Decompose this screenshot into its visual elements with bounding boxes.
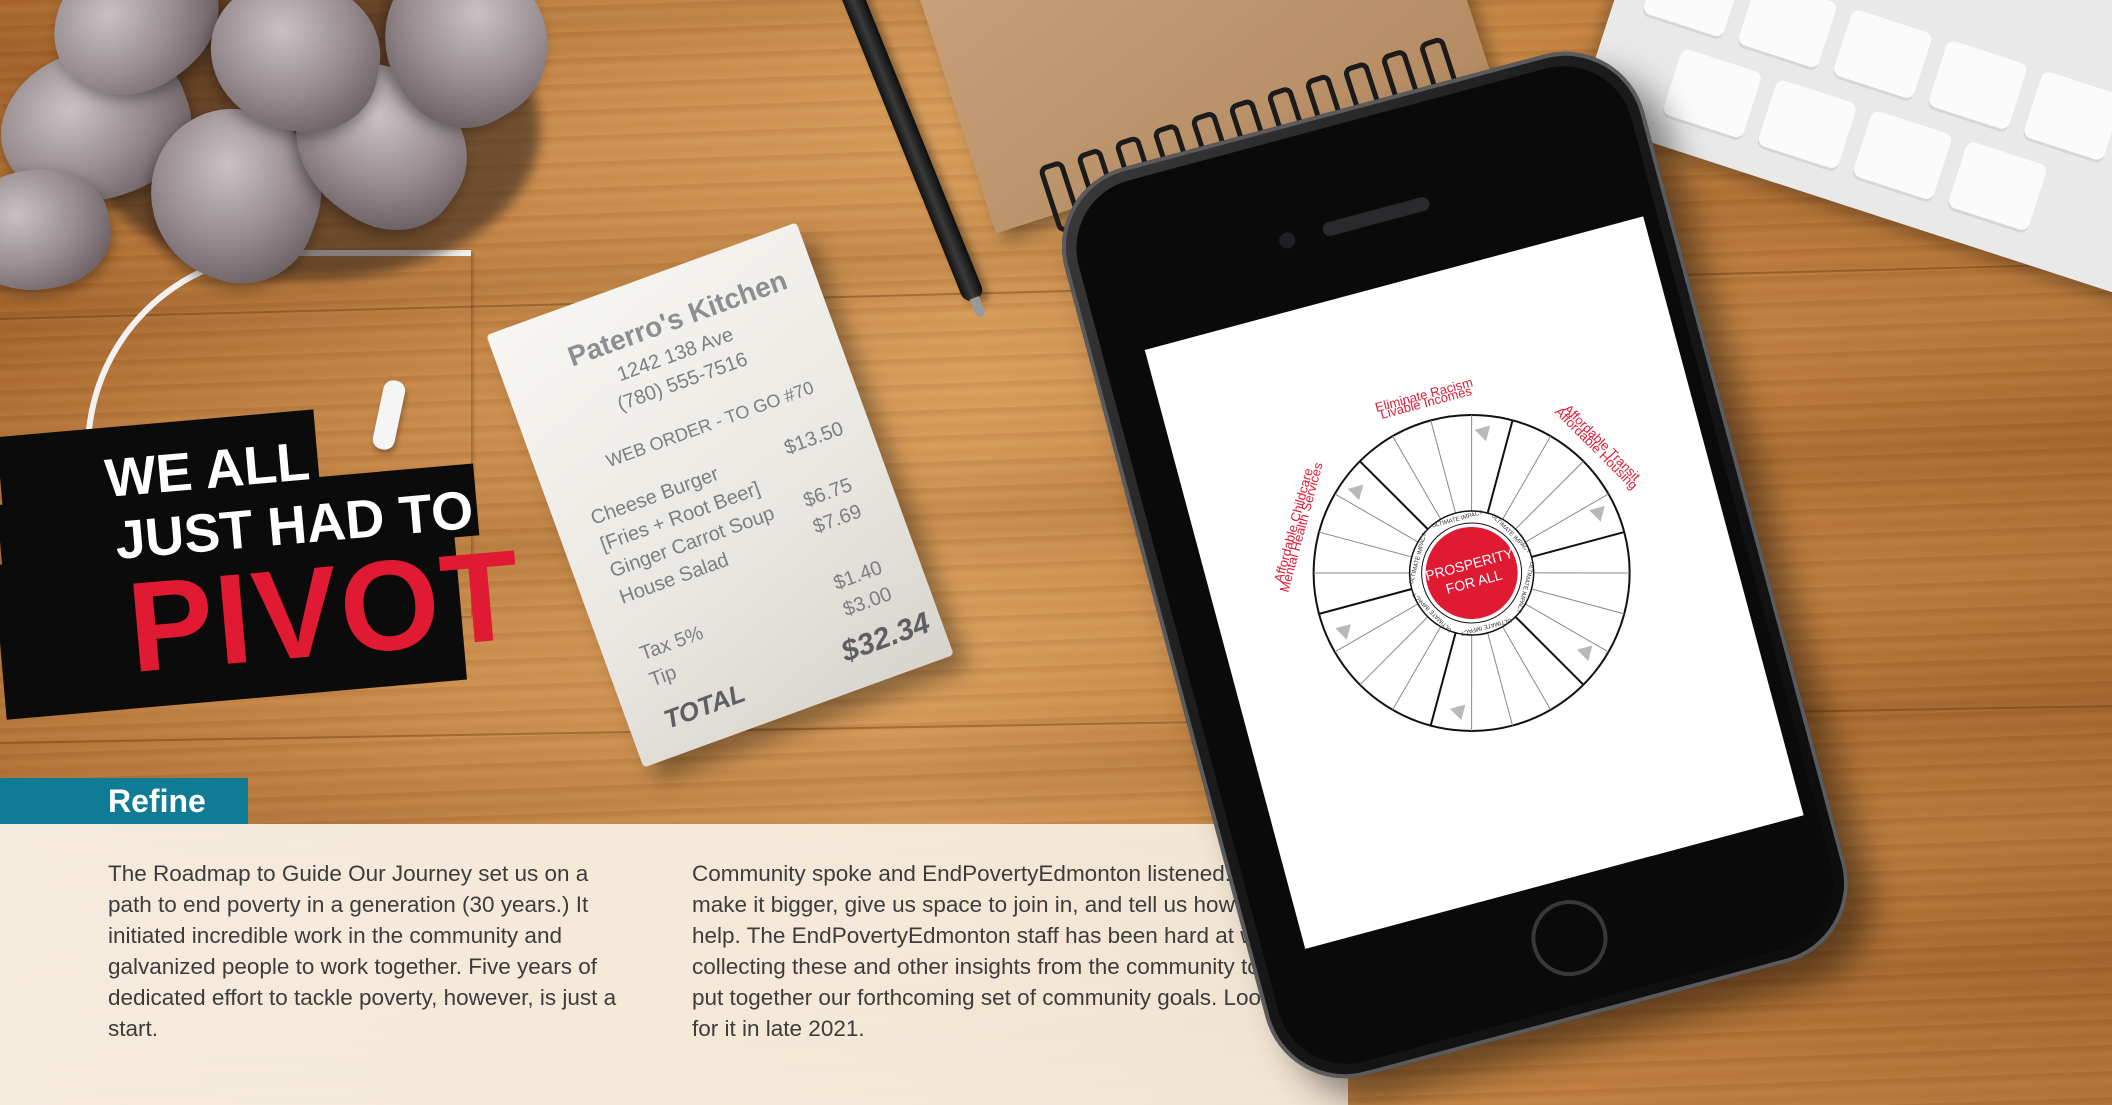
receipt-tax-label: Tax 5% xyxy=(637,621,707,666)
paragraph-roadmap: The Roadmap to Guide Our Journey set us … xyxy=(108,861,617,1041)
keyboard-key xyxy=(1755,78,1858,173)
receipt-total-label: TOTAL xyxy=(659,677,750,735)
keyboard-key xyxy=(1946,140,2049,235)
keyboard-key xyxy=(1640,0,1744,41)
keyboard-key xyxy=(1736,0,1839,72)
paragraph-community: Community spoke and EndPovertyEdmonton l… xyxy=(692,861,1288,1041)
keyboard-key xyxy=(1831,8,1934,103)
receipt-item-price: $13.50 xyxy=(781,417,847,460)
earpiece-speaker xyxy=(1321,195,1432,238)
front-camera-icon xyxy=(1277,230,1298,251)
keyboard-key xyxy=(1850,109,1954,204)
keyboard-key xyxy=(2021,70,2112,165)
keyboard-key xyxy=(1926,39,2029,134)
receipt-tip-label: Tip xyxy=(646,661,680,692)
keyboard-key xyxy=(1660,47,1763,143)
succulent-plant-image xyxy=(0,0,620,340)
home-button xyxy=(1522,891,1617,985)
section-tab-refine: Refine xyxy=(0,778,248,824)
